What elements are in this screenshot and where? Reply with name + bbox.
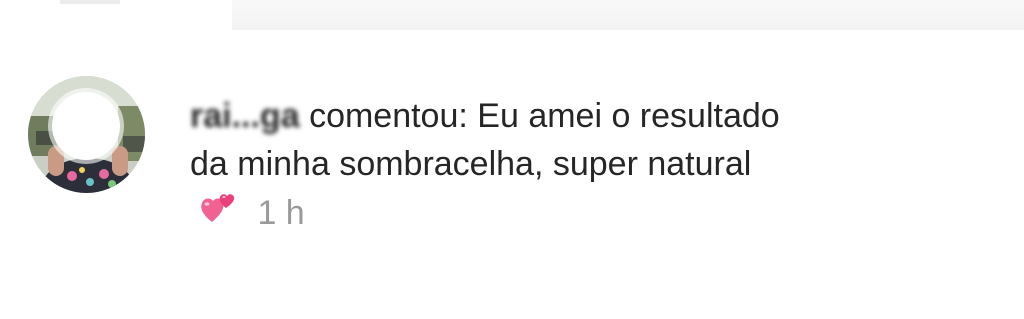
timestamp: 1 h <box>257 194 305 232</box>
previous-notification-edge <box>232 0 1024 30</box>
comment-notification[interactable]: rai...ga comentou: Eu amei o resultado d… <box>28 76 998 236</box>
username[interactable]: rai...ga <box>190 97 300 135</box>
avatar-image <box>28 76 145 193</box>
previous-notification-fragment <box>60 0 120 4</box>
comment-text: rai...ga comentou: Eu amei o resultado d… <box>190 92 790 241</box>
avatar[interactable] <box>28 76 145 193</box>
two-hearts-icon <box>198 188 238 241</box>
action-text: comentou: <box>309 97 468 135</box>
